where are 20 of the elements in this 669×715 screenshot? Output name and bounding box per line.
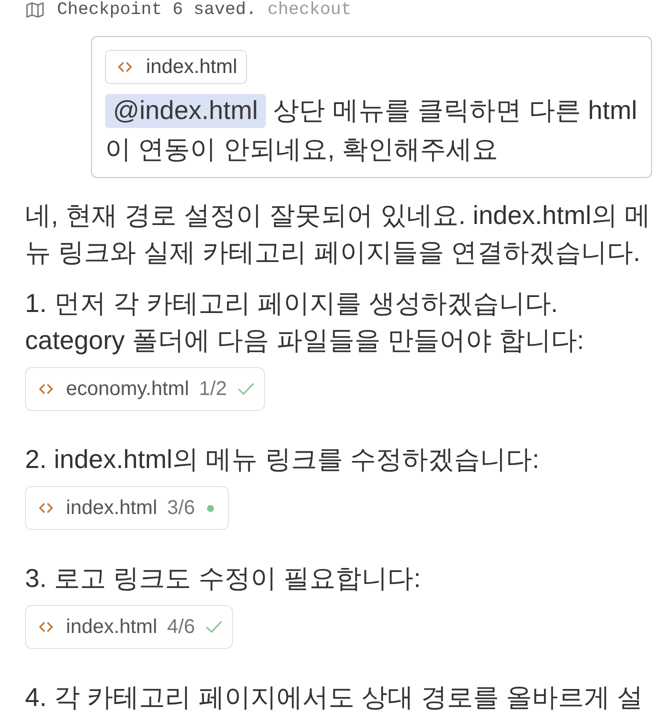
edit-count: 4/6 [167, 616, 195, 638]
code-icon [39, 384, 53, 394]
code-icon [39, 503, 53, 513]
step-text: 1. 먼저 각 카테고리 페이지를 생성하겠습니다. category 폴더에 다음 파일들을 만들어야 합니다: [25, 287, 586, 357]
step-text: 3. 로고 링크도 수정이 필요합니다: [25, 562, 422, 595]
step-text: 2. index.html의 메뉴 링크를 수정하겠습니다: [25, 443, 540, 476]
file-chip[interactable]: index.html 4/6 [25, 605, 233, 649]
map-icon [26, 2, 44, 18]
edit-count: 1/2 [199, 378, 227, 400]
file-chip[interactable]: economy.html 1/2 [25, 367, 265, 411]
attachment-chip[interactable]: index.html [105, 50, 248, 84]
checkpoint-label: Checkpoint 6 saved. [57, 0, 257, 20]
code-icon [118, 62, 132, 72]
edit-count: 3/6 [167, 496, 195, 520]
step-text: 4. 각 카테고리 페이지에서도 상대 경로를 올바르게 설 [25, 681, 644, 714]
file-chip[interactable]: index.html 3/6 [25, 486, 229, 530]
reply-text: 네, 현재 경로 설정이 잘못되어 있네요. index.html의 메뉴 링크와 실제 카테고리 페이지들을 연결하겠습니다. [25, 199, 652, 269]
message-text: @index.html 상단 메뉴를 클릭하면 다른 html 이 연동이 안되네요, 확인해주세요 [105, 93, 638, 166]
file-mention: @index.html [105, 94, 266, 128]
code-icon [39, 622, 53, 632]
